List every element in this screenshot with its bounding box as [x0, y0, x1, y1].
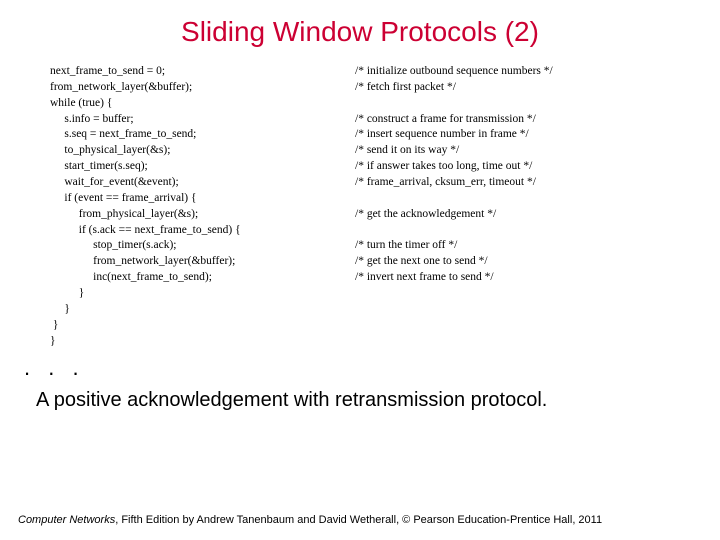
code-comment: [355, 223, 670, 239]
code-stmt: to_physical_layer(&s);: [50, 143, 355, 159]
code-line: from_network_layer(&buffer);/* get the n…: [50, 254, 670, 270]
code-stmt: }: [50, 318, 355, 334]
code-line: from_physical_layer(&s);/* get the ackno…: [50, 207, 670, 223]
code-line: if (s.ack == next_frame_to_send) {: [50, 223, 670, 239]
code-stmt: next_frame_to_send = 0;: [50, 64, 355, 80]
footer-book-title: Computer Networks: [18, 514, 115, 526]
code-comment: /* frame_arrival, cksum_err, timeout */: [355, 175, 670, 191]
code-comment: /* invert next frame to send */: [355, 270, 670, 286]
code-stmt: s.info = buffer;: [50, 112, 355, 128]
code-line: inc(next_frame_to_send);/* invert next f…: [50, 270, 670, 286]
code-comment: /* turn the timer off */: [355, 238, 670, 254]
code-line: }: [50, 302, 670, 318]
footer-rest: , Fifth Edition by Andrew Tanenbaum and …: [115, 514, 602, 526]
code-line: }: [50, 286, 670, 302]
code-line: s.info = buffer;/* construct a frame for…: [50, 112, 670, 128]
code-line: to_physical_layer(&s);/* send it on its …: [50, 143, 670, 159]
code-comment: [355, 334, 670, 350]
code-stmt: }: [50, 286, 355, 302]
code-line: from_network_layer(&buffer);/* fetch fir…: [50, 80, 670, 96]
code-stmt: from_physical_layer(&s);: [50, 207, 355, 223]
code-comment: /* get the next one to send */: [355, 254, 670, 270]
code-stmt: }: [50, 302, 355, 318]
code-stmt: if (event == frame_arrival) {: [50, 191, 355, 207]
code-line: wait_for_event(&event);/* frame_arrival,…: [50, 175, 670, 191]
code-stmt: s.seq = next_frame_to_send;: [50, 127, 355, 143]
code-stmt: wait_for_event(&event);: [50, 175, 355, 191]
code-comment: [355, 286, 670, 302]
code-comment: /* insert sequence number in frame */: [355, 127, 670, 143]
code-line: start_timer(s.seq);/* if answer takes to…: [50, 159, 670, 175]
code-stmt: }: [50, 334, 355, 350]
code-stmt: start_timer(s.seq);: [50, 159, 355, 175]
code-stmt: while (true) {: [50, 96, 355, 112]
footer-citation: Computer Networks, Fifth Edition by Andr…: [18, 514, 602, 526]
code-stmt: from_network_layer(&buffer);: [50, 254, 355, 270]
code-comment: /* get the acknowledgement */: [355, 207, 670, 223]
code-block: next_frame_to_send = 0;/* initialize out…: [0, 58, 720, 349]
code-comment: /* initialize outbound sequence numbers …: [355, 64, 670, 80]
code-line: }: [50, 334, 670, 350]
code-comment: /* fetch first packet */: [355, 80, 670, 96]
slide-caption: A positive acknowledgement with retransm…: [0, 381, 720, 412]
code-comment: [355, 302, 670, 318]
code-comment: [355, 96, 670, 112]
code-comment: /* send it on its way */: [355, 143, 670, 159]
code-stmt: if (s.ack == next_frame_to_send) {: [50, 223, 355, 239]
code-line: stop_timer(s.ack);/* turn the timer off …: [50, 238, 670, 254]
code-stmt: from_network_layer(&buffer);: [50, 80, 355, 96]
code-comment: [355, 191, 670, 207]
code-line: while (true) {: [50, 96, 670, 112]
slide-title: Sliding Window Protocols (2): [0, 0, 720, 58]
code-line: next_frame_to_send = 0;/* initialize out…: [50, 64, 670, 80]
code-stmt: inc(next_frame_to_send);: [50, 270, 355, 286]
code-line: }: [50, 318, 670, 334]
code-stmt: stop_timer(s.ack);: [50, 238, 355, 254]
code-line: s.seq = next_frame_to_send;/* insert seq…: [50, 127, 670, 143]
code-comment: /* construct a frame for transmission */: [355, 112, 670, 128]
code-comment: /* if answer takes too long, time out */: [355, 159, 670, 175]
code-comment: [355, 318, 670, 334]
code-line: if (event == frame_arrival) {: [50, 191, 670, 207]
continuation-ellipsis: . . .: [0, 355, 720, 381]
